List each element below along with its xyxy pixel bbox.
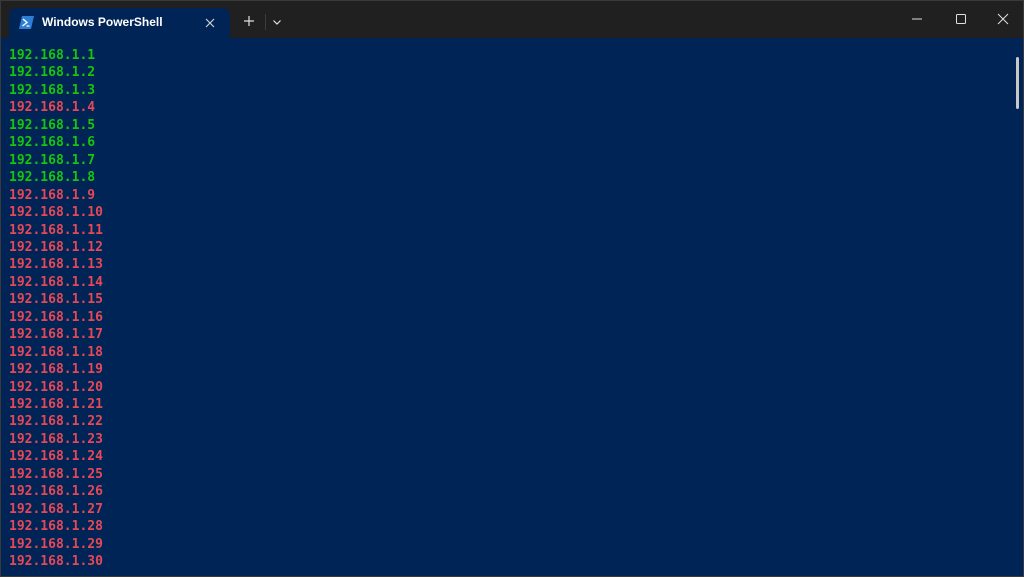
- terminal-line: 192.168.1.3: [9, 82, 96, 98]
- terminal-line: 192.168.1.12: [9, 239, 103, 255]
- terminal-line: 192.168.1.2: [9, 65, 96, 81]
- plus-icon[interactable]: [239, 11, 259, 31]
- tab-separator: [265, 14, 266, 30]
- terminal-line: 192.168.1.19: [9, 362, 103, 378]
- terminal-line: 192.168.1.10: [9, 205, 103, 221]
- terminal-line: 192.168.1.20: [9, 379, 103, 395]
- terminal-line: 192.168.1.1: [9, 48, 96, 63]
- terminal-line: 192.168.1.16: [9, 309, 103, 325]
- maximize-icon[interactable]: [951, 9, 971, 29]
- terminal-line: 192.168.1.9: [9, 187, 96, 203]
- close-icon[interactable]: [993, 9, 1013, 29]
- terminal-line: 192.168.1.24: [9, 449, 103, 465]
- terminal-line: 192.168.1.26: [9, 484, 103, 500]
- terminal-line: 192.168.1.22: [9, 414, 103, 430]
- terminal-line: 192.168.1.5: [9, 117, 96, 133]
- terminal-line: 192.168.1.23: [9, 431, 103, 447]
- terminal-line: 192.168.1.13: [9, 257, 103, 273]
- tab-title: Windows PowerShell: [42, 15, 163, 29]
- terminal-line: 192.168.1.14: [9, 274, 103, 290]
- close-icon[interactable]: [202, 15, 218, 31]
- scrollbar[interactable]: [1013, 38, 1023, 576]
- terminal-line: 192.168.1.7: [9, 152, 96, 168]
- terminal-line: 192.168.1.4: [9, 100, 96, 116]
- terminal-line: 192.168.1.25: [9, 466, 103, 482]
- title-bar[interactable]: Windows PowerShell: [1, 1, 1023, 38]
- terminal-line: 192.168.1.6: [9, 135, 96, 151]
- terminal-line: 192.168.1.11: [9, 222, 103, 238]
- terminal-line: 192.168.1.18: [9, 344, 103, 360]
- terminal-window: Windows PowerShell 192.168.1.1 192.168.1…: [0, 0, 1024, 577]
- terminal-line: 192.168.1.29: [9, 536, 103, 552]
- terminal-line: 192.168.1.8: [9, 170, 96, 186]
- terminal-line: 192.168.1.17: [9, 327, 103, 343]
- terminal-line: 192.168.1.30: [9, 554, 103, 570]
- terminal-line: 192.168.1.27: [9, 501, 103, 517]
- terminal-line: 192.168.1.15: [9, 292, 103, 308]
- chevron-down-icon[interactable]: [269, 14, 285, 30]
- terminal-line: 192.168.1.21: [9, 397, 103, 412]
- minimize-icon[interactable]: [907, 9, 927, 29]
- scrollbar-thumb[interactable]: [1016, 57, 1019, 109]
- terminal-line: 192.168.1.28: [9, 519, 103, 535]
- tab-windows-powershell[interactable]: Windows PowerShell: [9, 8, 230, 38]
- terminal-output[interactable]: 192.168.1.1 192.168.1.2 192.168.1.3 192.168…: [1, 38, 1013, 576]
- powershell-icon: [19, 16, 34, 29]
